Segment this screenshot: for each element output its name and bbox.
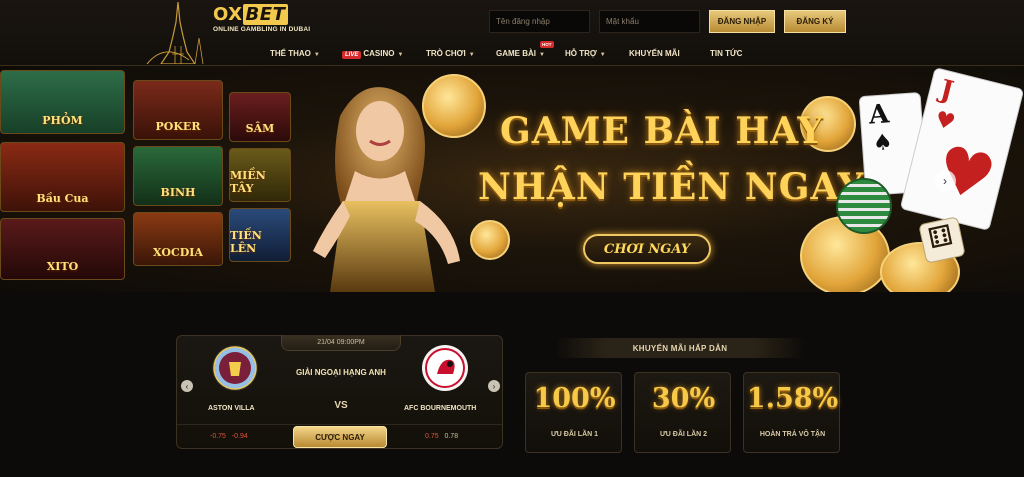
match-datetime: 21/04 09:00PM (281, 335, 401, 351)
promo-section-title: KHUYẾN MÃI HẤP DẪN (555, 338, 805, 358)
brand-name-part1: OX (213, 4, 243, 25)
promo-card-second-deposit[interactable]: 30% ƯU ĐÃI LẦN 2 (634, 372, 731, 453)
nav-label: TIN TỨC (710, 49, 743, 58)
home-team-name: ASTON VILLA (208, 405, 255, 412)
aston-villa-crest-icon (212, 345, 258, 391)
chevron-down-icon: ▼ (599, 52, 606, 58)
featured-match-card: 21/04 09:00PM ‹ › GIẢI NGOẠI HẠNG ANH AS… (176, 335, 503, 449)
password-input[interactable] (599, 10, 700, 33)
promo-value: 30% (651, 383, 716, 414)
dice-icon: ⚅ (918, 216, 966, 264)
username-input[interactable] (489, 10, 590, 33)
heart-icon: ♥ (932, 106, 958, 137)
nav-label: TRÒ CHƠI (426, 49, 466, 58)
banner-next-arrow-icon[interactable]: › (934, 170, 956, 192)
dubai-tower-icon (146, 2, 204, 64)
odds-value[interactable]: -0.94 (232, 433, 248, 440)
away-odds: 0.75 0.78 (425, 433, 458, 440)
game-tile-poker: POKER (133, 80, 223, 140)
vs-label: VS (334, 400, 348, 411)
live-badge: LIVE (342, 51, 362, 59)
game-tile-mien-tay: MIỀN TÂY (229, 148, 291, 202)
odds-value[interactable]: 0.75 (425, 433, 439, 440)
login-button[interactable]: ĐĂNG NHẬP (709, 10, 775, 33)
home-odds: -0.75 -0.94 (210, 433, 248, 440)
game-tile-binh: BINH (133, 146, 223, 206)
gold-coin-icon (470, 220, 510, 260)
chevron-down-icon: ▼ (313, 52, 320, 58)
brand-tagline: ONLINE GAMBLING IN DUBAI (213, 26, 311, 33)
bet-now-button[interactable]: CƯỢC NGAY (293, 426, 387, 448)
game-tile-xito: XITO (0, 218, 125, 280)
match-prev-arrow-icon[interactable]: ‹ (181, 380, 193, 392)
nav-item-support[interactable]: HỖ TRỢ ▼ (565, 49, 606, 58)
brand-name-part2: BET (242, 4, 289, 25)
divider (177, 424, 502, 425)
odds-value[interactable]: -0.75 (210, 433, 226, 440)
chevron-down-icon: ▼ (468, 52, 475, 58)
nav-label: CASINO (363, 49, 395, 58)
match-next-arrow-icon[interactable]: › (488, 380, 500, 392)
game-tile-phom: PHỎM (0, 70, 125, 134)
nav-item-casino[interactable]: LIVE CASINO ▼ (342, 49, 403, 59)
card-rank: A (867, 99, 891, 131)
promo-value: 1.58% (746, 383, 839, 414)
promo-label: ƯU ĐÃI LẦN 2 (659, 431, 708, 438)
nav-item-sports[interactable]: THỂ THAO ▼ (270, 49, 320, 58)
promo-value: 100% (533, 383, 616, 414)
promo-card-cashback[interactable]: 1.58% HOÀN TRẢ VÔ TẬN (743, 372, 840, 453)
nav-label: KHUYẾN MÃI (629, 49, 680, 58)
playing-card-jack: J ♥ ♥ (899, 67, 1024, 231)
chevron-down-icon: ▼ (397, 52, 404, 58)
nav-item-news[interactable]: TIN TỨC (710, 49, 742, 58)
game-tile-bau-cua: Bầu Cua (0, 142, 125, 212)
hot-badge: HOT (540, 41, 554, 48)
register-button[interactable]: ĐĂNG KÝ (784, 10, 846, 33)
game-tile-xocdia: XOCDIA (133, 212, 223, 266)
nav-item-card-games[interactable]: HOT GAME BÀI ▼ (496, 41, 554, 58)
game-tile-sam: SÂM (229, 92, 291, 142)
nav-label: THỂ THAO (270, 49, 311, 58)
away-team-name: AFC BOURNEMOUTH (404, 405, 477, 412)
game-tile-tien-len: TIẾN LÊN (229, 208, 291, 262)
banner-headline-line1: GAME BÀI HAY (500, 110, 825, 152)
play-now-button[interactable]: CHƠI NGAY (583, 234, 711, 264)
banner-headline-line2: NHẬN TIỀN NGAY (478, 166, 865, 208)
nav-item-promotions[interactable]: KHUYẾN MÃI (629, 49, 680, 58)
odds-value[interactable]: 0.78 (444, 433, 458, 440)
promo-card-first-deposit[interactable]: 100% ƯU ĐÃI LẦN 1 (525, 372, 622, 453)
poker-chip-icon (836, 178, 892, 234)
brand-name: OX BET (213, 4, 289, 25)
nav-label: HỖ TRỢ (565, 49, 597, 58)
bournemouth-crest-icon (422, 345, 468, 391)
promo-label: HOÀN TRẢ VÔ TẬN (759, 431, 826, 438)
spade-icon: ♠ (872, 129, 894, 157)
page: OXBET ONLINE GAMBLING IN DUBAI ĐĂNG NHẬP… (0, 0, 1024, 477)
promo-label: ƯU ĐÃI LẦN 1 (550, 431, 599, 438)
league-name: GIẢI NGOẠI HẠNG ANH (296, 368, 386, 377)
nav-label: GAME BÀI (496, 49, 536, 58)
card-rank: J (937, 74, 957, 107)
hero-banner[interactable]: PHỎM POKER SÂM Bầu Cua BINH MIỀN TÂY XIT… (0, 66, 1024, 292)
nav-item-games[interactable]: TRÒ CHƠI ▼ (426, 49, 475, 58)
chevron-down-icon: ▼ (539, 52, 545, 58)
site-header: OXBET ONLINE GAMBLING IN DUBAI ĐĂNG NHẬP… (0, 0, 1024, 66)
gold-coin-icon (422, 74, 486, 138)
